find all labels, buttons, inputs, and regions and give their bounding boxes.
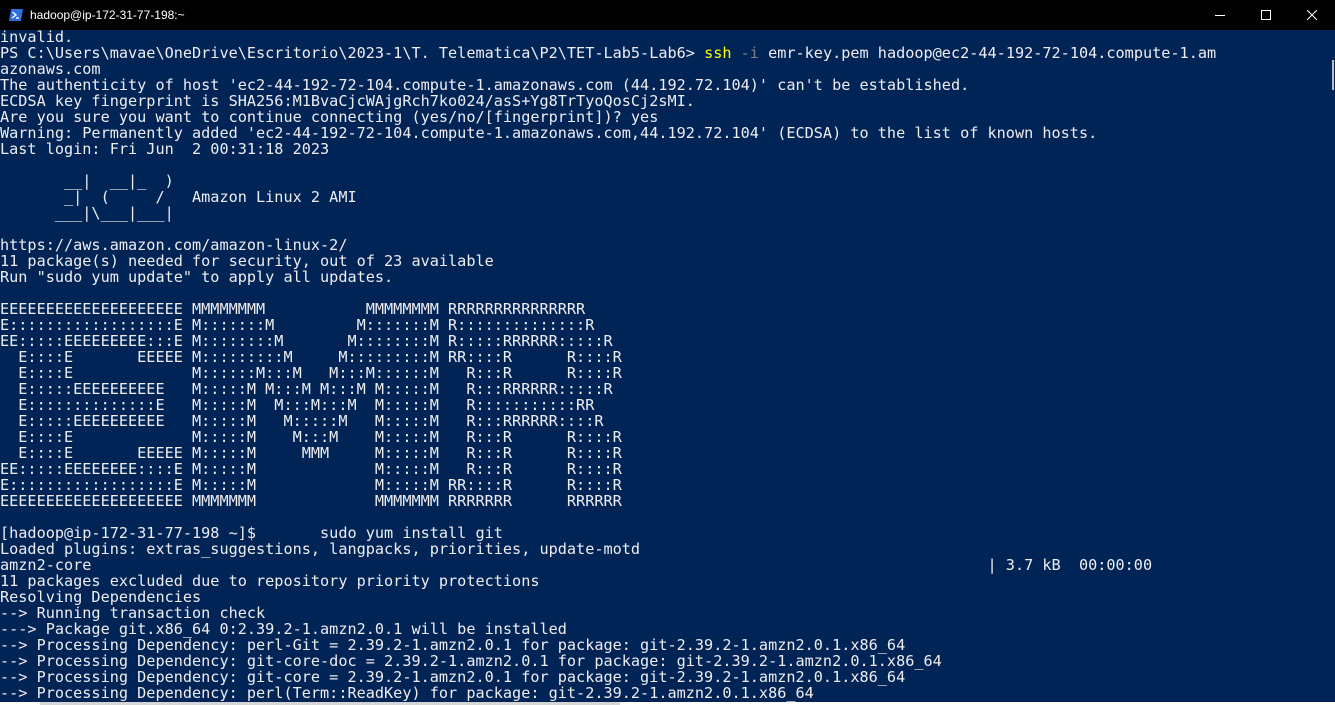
- terminal-line: ---> Package git.x86_64 0:2.39.2-1.amzn2…: [0, 620, 567, 638]
- window-title: hadoop@ip-172-31-77-198:~: [30, 8, 185, 22]
- vertical-scrollbar[interactable]: [1331, 30, 1335, 702]
- scrollbar-thumb[interactable]: [1332, 60, 1334, 90]
- terminal-line: E::::::::::::::E M:::::M M:::M:::M M::::…: [0, 396, 595, 414]
- close-icon: [1307, 10, 1317, 20]
- terminal-line: _| ( / Amazon Linux 2 AMI: [0, 188, 357, 206]
- maximize-button[interactable]: [1243, 0, 1289, 30]
- terminal-line: https://aws.amazon.com/amazon-linux-2/: [0, 236, 348, 254]
- minimize-button[interactable]: [1197, 0, 1243, 30]
- terminal-arguments: emr-key.pem hadoop@ec2-44-192-72-104.com…: [758, 44, 1217, 62]
- terminal-line: E::::E M:::::M M:::M M:::::M R:::R R::::…: [0, 428, 622, 446]
- title-bar[interactable]: hadoop@ip-172-31-77-198:~: [0, 0, 1335, 30]
- terminal-line: Warning: Permanently added 'ec2-44-192-7…: [0, 124, 1098, 142]
- terminal-line: --> Processing Dependency: git-core = 2.…: [0, 668, 906, 686]
- terminal-line: invalid.: [0, 29, 74, 46]
- terminal-line: Last login: Fri Jun 2 00:31:18 2023: [0, 140, 330, 158]
- terminal-line: EE:::::EEEEEEEE::::E M:::::M M:::::M R::…: [0, 460, 622, 478]
- terminal-line: azonaws.com: [0, 60, 101, 78]
- terminal-line: --> Processing Dependency: perl(Term::Re…: [0, 684, 814, 702]
- maximize-icon: [1261, 10, 1271, 20]
- terminal-line: --> Running transaction check: [0, 604, 266, 622]
- terminal-line: EEEEEEEEEEEEEEEEEEEE MMMMMMMM MMMMMMMM R…: [0, 300, 586, 318]
- window-controls: [1197, 0, 1335, 30]
- terminal-command: ssh: [704, 44, 732, 62]
- terminal-parameter: -i: [731, 44, 759, 62]
- terminal-prompt: PS C:\Users\mavae\OneDrive\Escritorio\20…: [0, 44, 705, 62]
- terminal-output[interactable]: invalid. PS C:\Users\mavae\OneDrive\Escri…: [0, 29, 1331, 702]
- terminal-line: Loaded plugins: extras_suggestions, lang…: [0, 540, 641, 558]
- terminal-line: The authenticity of host 'ec2-44-192-72-…: [0, 76, 970, 94]
- terminal-line: Resolving Dependencies: [0, 588, 202, 606]
- terminal-line: ___|\___|___|: [0, 204, 174, 222]
- terminal-line: EE:::::EEEEEEEEE:::E M::::::::M M:::::::…: [0, 332, 613, 350]
- terminal-line: Are you sure you want to continue connec…: [0, 108, 659, 126]
- terminal-line: 11 packages excluded due to repository p…: [0, 572, 540, 590]
- minimize-icon: [1215, 15, 1225, 16]
- terminal-line: E::::::::::::::::::E M:::::::M M:::::::M…: [0, 316, 595, 334]
- terminal-window: hadoop@ip-172-31-77-198:~ invalid. PS C:\…: [0, 0, 1335, 705]
- terminal-line: PS C:\Users\mavae\OneDrive\Escritorio\20…: [0, 45, 1331, 61]
- terminal-line: --> Processing Dependency: perl-Git = 2.…: [0, 636, 906, 654]
- close-button[interactable]: [1289, 0, 1335, 30]
- terminal-line: E::::E EEEEE M:::::M MMM M:::::M R:::R R…: [0, 444, 622, 462]
- terminal-line: Run "sudo yum update" to apply all updat…: [0, 268, 394, 286]
- terminal-line: E:::::EEEEEEEEEE M:::::M M:::::M M:::::M…: [0, 412, 604, 430]
- terminal-line: 11 package(s) needed for security, out o…: [0, 252, 494, 270]
- terminal-line: [hadoop@ip-172-31-77-198 ~]$ sudo yum in…: [0, 524, 503, 542]
- terminal-line: amzn2-core | 3.7 kB 00:00:00: [0, 556, 1153, 574]
- terminal-line: __| __|_ ): [0, 172, 174, 190]
- terminal-line: E::::::::::::::::::E M:::::M M:::::M RR:…: [0, 476, 622, 494]
- terminal-line: --> Processing Dependency: git-core-doc …: [0, 652, 942, 670]
- powershell-icon: [8, 7, 24, 23]
- terminal-line: ECDSA key fingerprint is SHA256:M1BvaCjc…: [0, 92, 695, 110]
- terminal-line: E::::E M::::::M:::M M:::M::::::M R:::R R…: [0, 364, 622, 382]
- terminal-line: E::::E EEEEE M:::::::::M M:::::::::M RR:…: [0, 348, 622, 366]
- terminal-line: EEEEEEEEEEEEEEEEEEEE MMMMMMM MMMMMMM RRR…: [0, 492, 622, 510]
- terminal-line: E:::::EEEEEEEEEE M:::::M M:::M M:::M M::…: [0, 380, 613, 398]
